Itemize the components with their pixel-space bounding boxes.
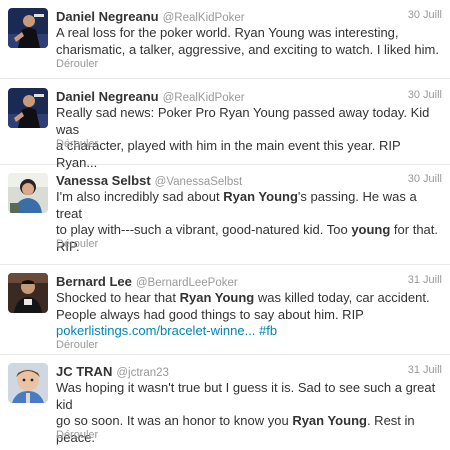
tweet-text-line: I'm also incredibly sad about Ryan Young… (56, 189, 417, 221)
tweet-header: Vanessa Selbst @VanessaSelbst 30 Juill (56, 172, 442, 190)
hashtag-link[interactable]: #fb (259, 323, 277, 338)
tweet-text-line: pokerlistings.com/bracelet-winne... #fb (56, 323, 440, 340)
author-handle[interactable]: @BernardLeePoker (136, 277, 238, 289)
tweet-header: Bernard Lee @BernardLeePoker 31 Juill (56, 273, 442, 291)
tweet-timestamp[interactable]: 31 Juill (408, 364, 442, 376)
tweet-text-line: People always had good things to say abo… (56, 306, 364, 322)
highlighted-term: Ryan Young (223, 189, 298, 204)
tweet-text: A real loss for the poker world. Ryan Yo… (56, 25, 440, 58)
tweet-text-line: to play with---such a vibrant, good-natu… (56, 222, 439, 237)
tweet-timestamp[interactable]: 30 Juill (408, 173, 442, 185)
expand-link[interactable]: Dérouler (56, 339, 98, 351)
tweet-item[interactable]: Bernard Lee @BernardLeePoker 31 Juill Sho… (0, 265, 450, 355)
author-name[interactable]: Daniel Negreanu (56, 89, 159, 104)
tweet-text-line: Was hoping it wasn't true but I guess it… (56, 380, 436, 412)
avatar-bernard-lee[interactable] (8, 273, 48, 313)
author-name[interactable]: Vanessa Selbst (56, 173, 151, 188)
author-name[interactable]: JC TRAN (56, 364, 112, 379)
tweet-text-line: Really sad news: Poker Pro Ryan Young pa… (56, 105, 430, 137)
avatar-daniel-negreanu[interactable] (8, 8, 48, 48)
tweet-header: Daniel Negreanu @RealKidPoker 30 Juill (56, 88, 442, 106)
author-name[interactable]: Bernard Lee (56, 274, 132, 289)
tweet-header: Daniel Negreanu @RealKidPoker 30 Juill (56, 8, 442, 26)
tweet-text: Was hoping it wasn't true but I guess it… (56, 380, 440, 446)
expand-link[interactable]: Dérouler (56, 429, 98, 441)
tweet-text-line: Shocked to hear that Ryan Young was kill… (56, 290, 430, 305)
author-name[interactable]: Daniel Negreanu (56, 9, 159, 24)
highlighted-term: Ryan Young (292, 413, 367, 428)
author-handle[interactable]: @VanessaSelbst (155, 176, 243, 188)
avatar-jc-tran[interactable] (8, 363, 48, 403)
tweet-text: I'm also incredibly sad about Ryan Young… (56, 189, 440, 255)
tweet-text-line: charismatic, a talker, aggressive, and e… (56, 41, 439, 57)
tweet-text: Shocked to hear that Ryan Young was kill… (56, 290, 440, 340)
highlighted-term: Ryan Young (179, 290, 255, 305)
author-handle[interactable]: @RealKidPoker (163, 92, 245, 104)
avatar-vanessa-selbst[interactable] (8, 173, 48, 213)
tweet-text-line: RIP. (56, 238, 80, 254)
tweet-feed: Daniel Negreanu @RealKidPoker 30 Juill A … (0, 0, 450, 450)
tweet-item[interactable]: Daniel Negreanu @RealKidPoker 30 Juill Re… (0, 79, 450, 170)
author-handle[interactable]: @jctran23 (116, 367, 169, 379)
tweet-item[interactable]: Vanessa Selbst @VanessaSelbst 30 Juill I'… (0, 165, 450, 265)
tweet-timestamp[interactable]: 30 Juill (408, 89, 442, 101)
avatar-daniel-negreanu[interactable] (8, 88, 48, 128)
tweet-timestamp[interactable]: 31 Juill (408, 274, 442, 286)
author-handle[interactable]: @RealKidPoker (163, 12, 245, 24)
tweet-text-line: go so soon. It was an honor to know you … (56, 413, 415, 428)
highlighted-term: young (351, 222, 391, 237)
tweet-header: JC TRAN @jctran23 31 Juill (56, 363, 442, 381)
tweet-text-line: A real loss for the poker world. Ryan Yo… (56, 25, 399, 40)
url-link[interactable]: pokerlistings.com/bracelet-winne... (56, 323, 255, 338)
expand-link[interactable]: Dérouler (56, 238, 98, 250)
tweet-item[interactable]: Daniel Negreanu @RealKidPoker 30 Juill A … (0, 0, 450, 79)
tweet-item[interactable]: JC TRAN @jctran23 31 Juill Was hoping it … (0, 355, 450, 450)
tweet-timestamp[interactable]: 30 Juill (408, 9, 442, 21)
expand-link[interactable]: Dérouler (56, 138, 98, 150)
tweet-text: Really sad news: Poker Pro Ryan Young pa… (56, 105, 440, 171)
expand-link[interactable]: Dérouler (56, 58, 98, 70)
tweet-text-line: peace. (56, 429, 96, 445)
